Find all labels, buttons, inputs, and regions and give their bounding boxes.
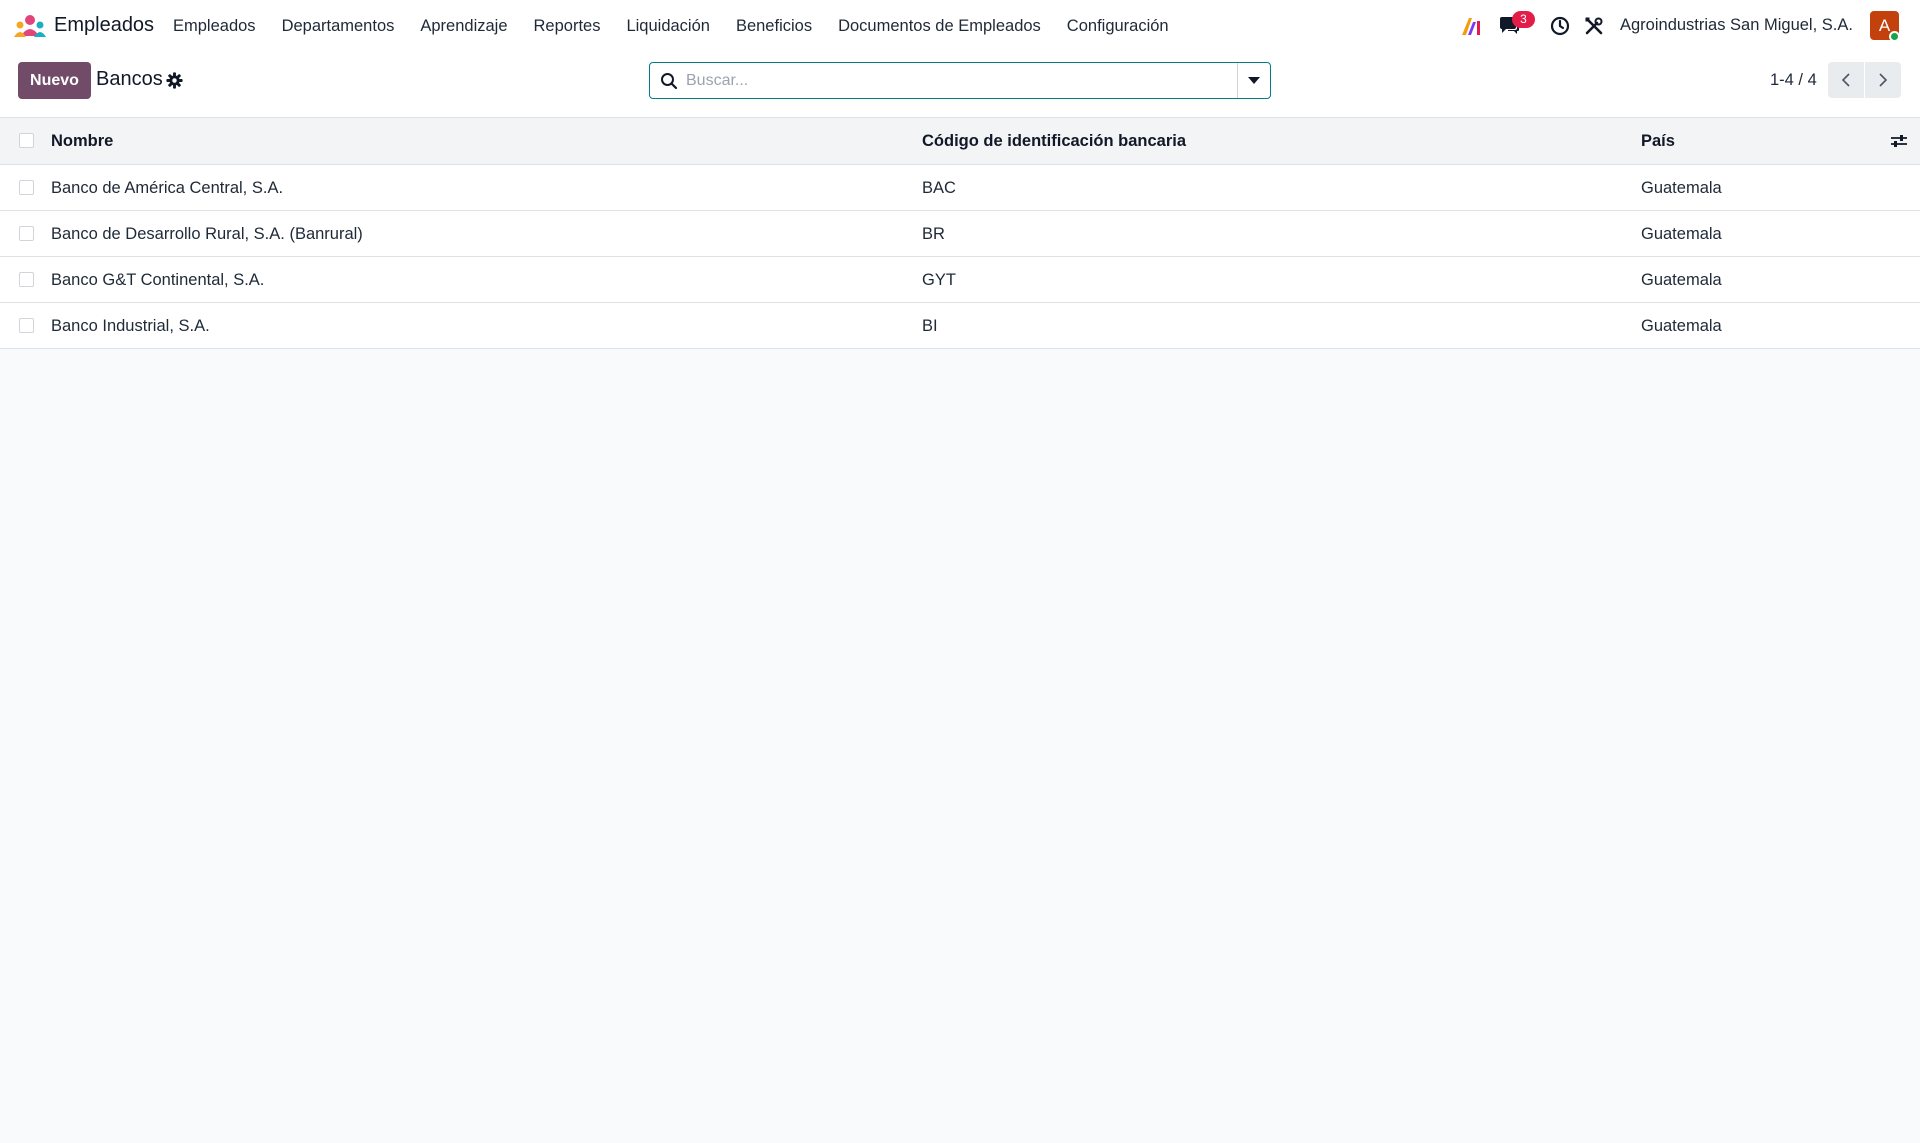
menu-documentos-empleados[interactable]: Documentos de Empleados [825,0,1054,52]
bank-name: Banco de América Central, S.A. [51,179,284,197]
top-navbar: Empleados Empleados Departamentos Aprend… [0,0,1920,52]
column-header-name[interactable]: Nombre [51,118,113,165]
bank-code: BR [922,225,945,243]
main-menu: Empleados Departamentos Aprendizaje Repo… [160,0,1182,52]
gear-icon[interactable] [166,72,183,89]
app-name[interactable]: Empleados [54,14,154,37]
company-switcher[interactable]: Agroindustrias San Miguel, S.A. [1620,16,1853,35]
caret-down-icon [1248,77,1260,84]
search-bar [649,62,1271,99]
bank-country: Guatemala [1641,271,1722,289]
row-checkbox[interactable] [19,226,34,241]
new-button[interactable]: Nuevo [18,62,91,99]
bank-name: Banco de Desarrollo Rural, S.A. (Banrura… [51,225,363,243]
menu-departamentos[interactable]: Departamentos [269,0,408,52]
table-header: Nombre Código de identificación bancaria… [0,118,1920,165]
employees-app-icon[interactable] [14,14,46,38]
pager-next-button[interactable] [1865,62,1901,98]
page-title: Bancos [96,68,163,90]
ai-icon[interactable] [1460,15,1482,37]
bank-country: Guatemala [1641,225,1722,243]
chevron-left-icon [1841,73,1850,87]
bank-country: Guatemala [1641,179,1722,197]
column-header-bic[interactable]: Código de identificación bancaria [922,118,1186,165]
bank-code: GYT [922,271,956,289]
bank-code: BAC [922,179,956,197]
select-all-checkbox[interactable] [19,133,34,148]
row-checkbox[interactable] [19,318,34,333]
table-row[interactable]: Banco de América Central, S.A. BAC Guate… [0,165,1920,211]
bank-country: Guatemala [1641,317,1722,335]
bank-name: Banco G&T Continental, S.A. [51,271,265,289]
control-panel: Nuevo Bancos 1-4 / 4 [0,52,1920,118]
chevron-right-icon [1879,73,1888,87]
tools-icon[interactable] [1584,16,1604,36]
table-row[interactable]: Banco de Desarrollo Rural, S.A. (Banrura… [0,211,1920,257]
bank-name: Banco Industrial, S.A. [51,317,210,335]
row-checkbox[interactable] [19,180,34,195]
search-icon [661,73,678,90]
menu-configuracion[interactable]: Configuración [1054,0,1182,52]
clock-icon[interactable] [1550,16,1570,36]
pager-previous-button[interactable] [1828,62,1864,98]
banks-list: Nombre Código de identificación bancaria… [0,118,1920,349]
column-header-country[interactable]: País [1641,118,1675,165]
menu-reportes[interactable]: Reportes [521,0,614,52]
pager-value[interactable]: 1-4 / 4 [1770,71,1817,90]
optional-columns-icon[interactable] [1890,132,1908,150]
menu-liquidacion[interactable]: Liquidación [613,0,722,52]
table-row[interactable]: Banco Industrial, S.A. BI Guatemala [0,303,1920,349]
bank-code: BI [922,317,938,335]
menu-beneficios[interactable]: Beneficios [723,0,825,52]
online-status-dot [1889,31,1900,42]
menu-aprendizaje[interactable]: Aprendizaje [407,0,520,52]
chat-count-badge: 3 [1512,11,1535,28]
search-options-toggle[interactable] [1237,63,1270,98]
menu-empleados[interactable]: Empleados [160,0,269,52]
row-checkbox[interactable] [19,272,34,287]
search-input[interactable] [686,63,1226,98]
table-row[interactable]: Banco G&T Continental, S.A. GYT Guatemal… [0,257,1920,303]
